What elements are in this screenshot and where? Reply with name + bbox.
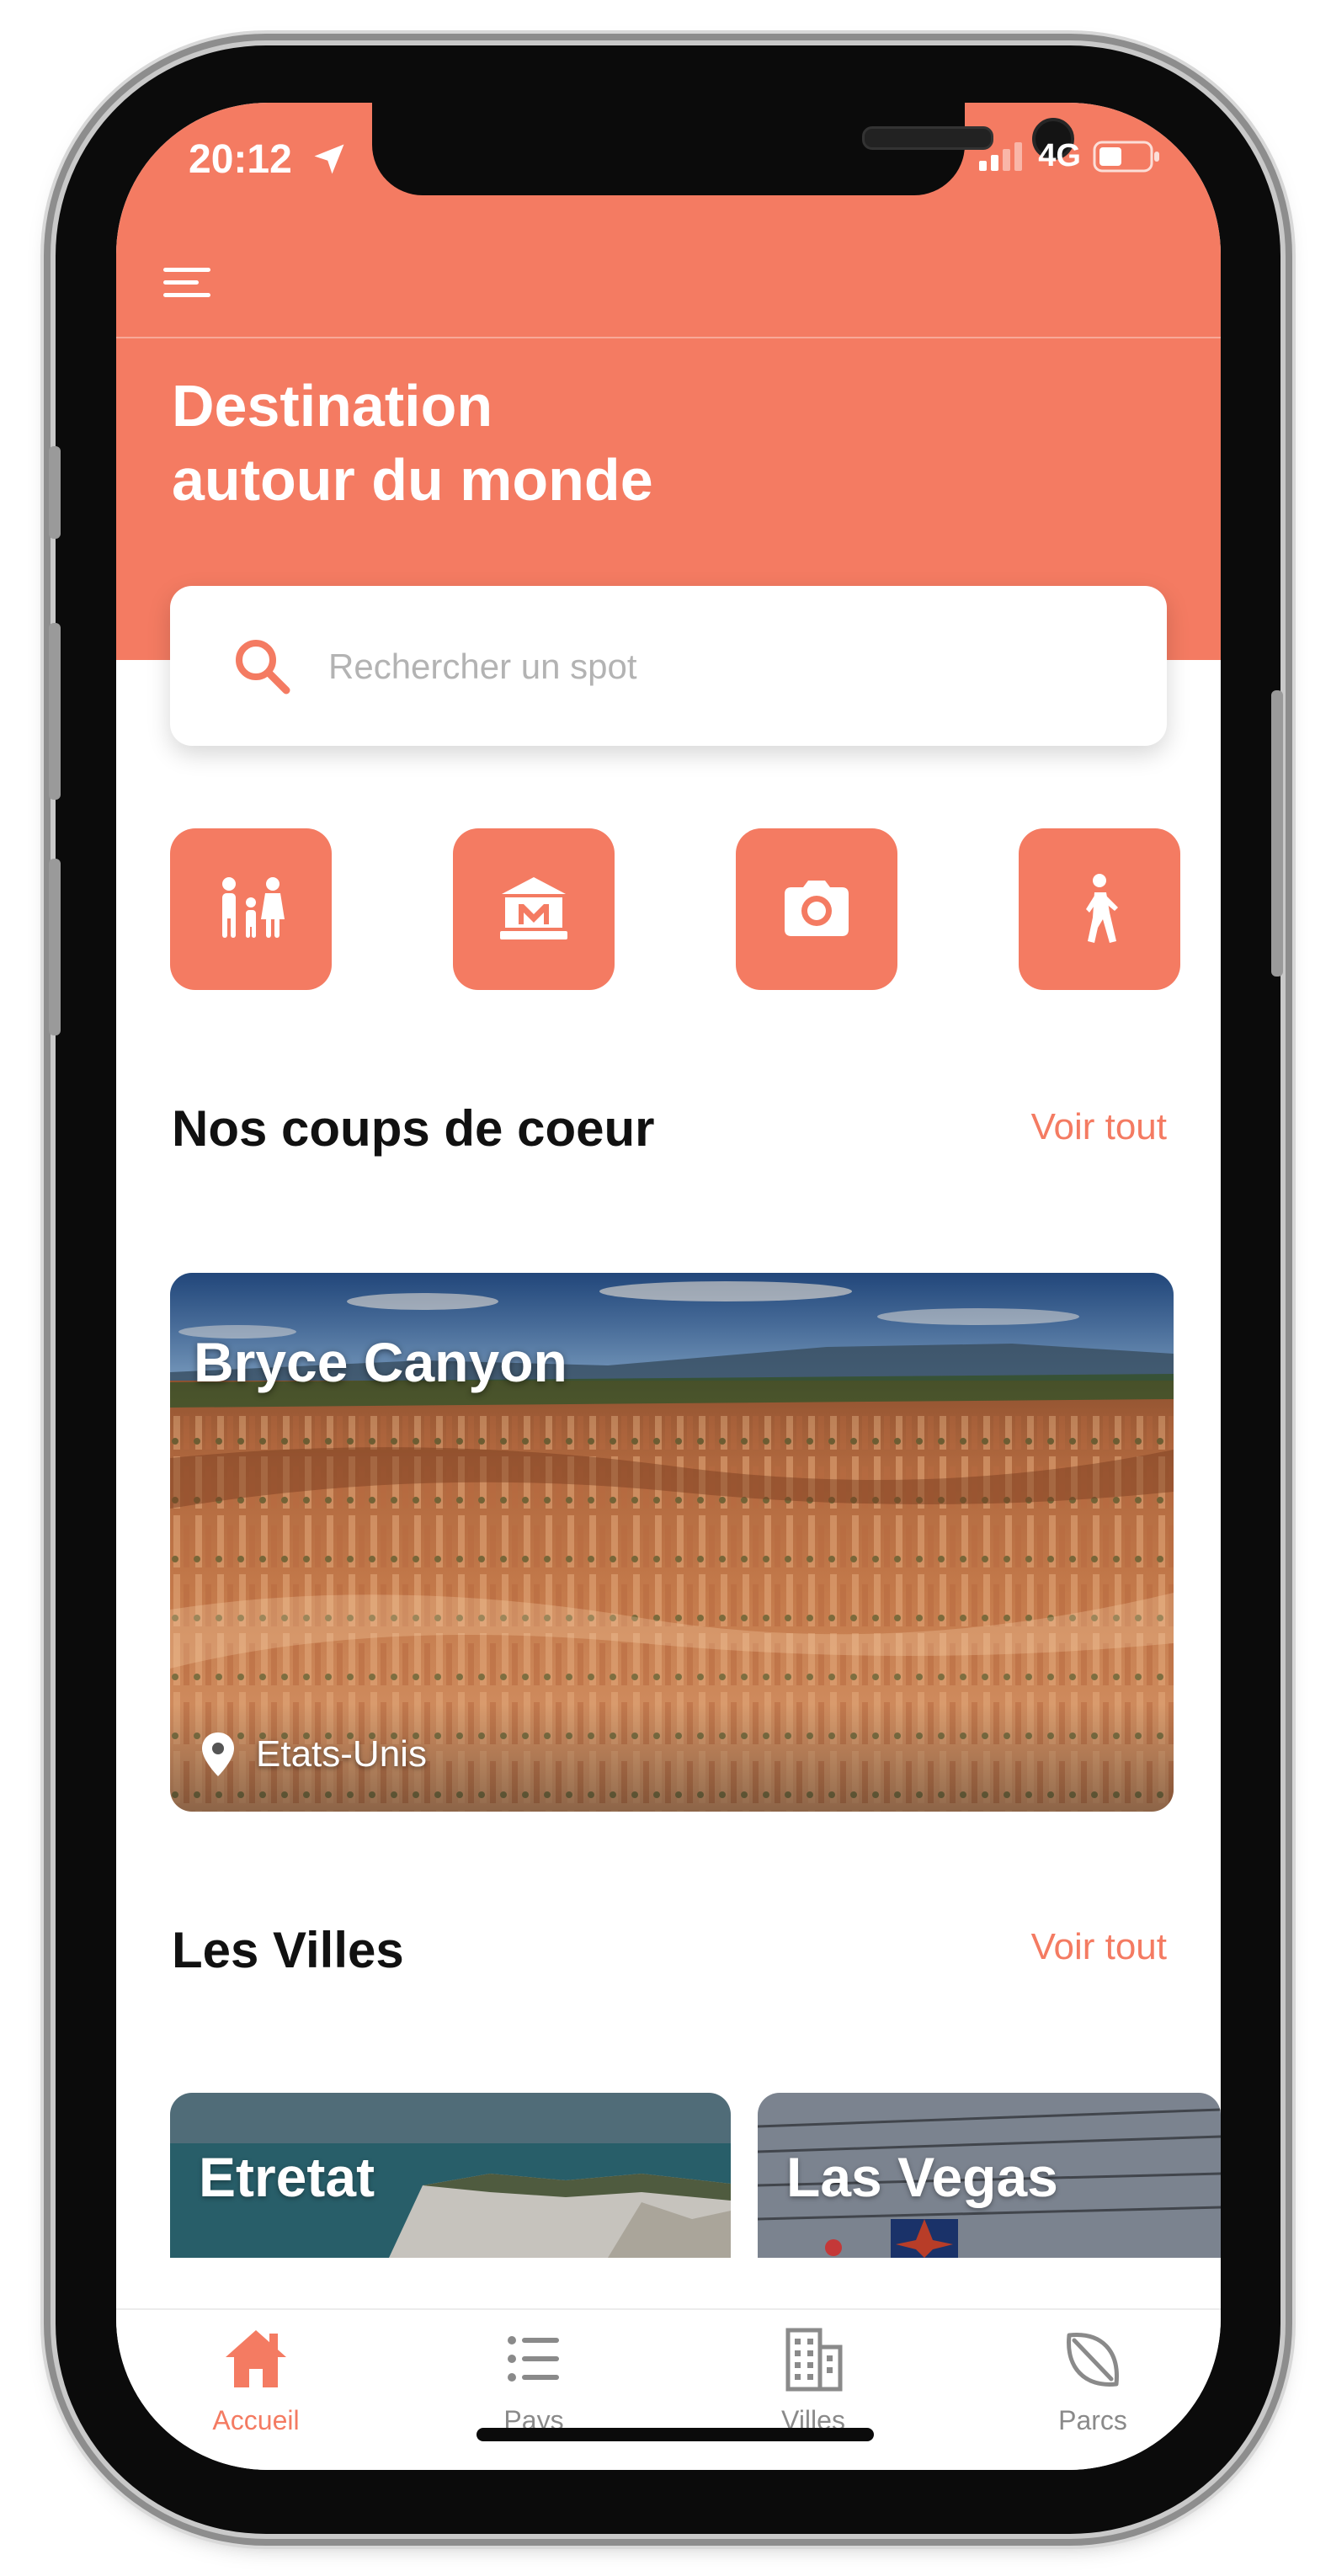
bottom-tab-bar: Accueil Pays Villes Parcs <box>116 2308 1221 2470</box>
location-pin-icon <box>202 1732 234 1776</box>
category-photo-button[interactable] <box>736 828 897 990</box>
battery-icon <box>1093 141 1159 172</box>
page-title-line2: autour du monde <box>172 447 653 513</box>
network-label: 4G <box>1038 138 1081 173</box>
page-title: Destination autour du monde <box>172 369 653 517</box>
cities-section-title: Les Villes <box>172 1922 404 1978</box>
location-arrow-icon <box>314 144 344 174</box>
earpiece-speaker <box>862 126 993 150</box>
favorites-section-title: Nos coups de coeur <box>172 1100 655 1157</box>
city-card-las-vegas-title: Las Vegas <box>786 2146 1058 2208</box>
search-input[interactable] <box>327 586 1088 748</box>
category-hiking-button[interactable] <box>1019 828 1180 990</box>
status-time: 20:12 <box>189 137 292 182</box>
search-icon <box>236 640 290 695</box>
city-card-etretat-title: Etretat <box>199 2146 375 2208</box>
tab-pays[interactable]: Pays <box>433 2325 635 2436</box>
tab-accueil-label: Accueil <box>212 2405 300 2435</box>
volume-down-button <box>49 859 61 1035</box>
favorites-see-all-link[interactable]: Voir tout <box>1031 1106 1167 1148</box>
page-title-line1: Destination <box>172 373 493 439</box>
volume-up-button <box>49 623 61 800</box>
hiking-icon <box>1086 874 1118 943</box>
home-indicator[interactable] <box>476 2428 874 2441</box>
notch <box>372 103 1074 195</box>
featured-card-title: Bryce Canyon <box>194 1331 567 1393</box>
tab-villes[interactable]: Villes <box>712 2325 914 2436</box>
tab-parcs-label: Parcs <box>1058 2405 1127 2435</box>
category-museum-button[interactable] <box>453 828 615 990</box>
search-box[interactable] <box>170 586 1167 748</box>
leaf-icon <box>1067 2333 1119 2387</box>
power-button <box>1271 690 1283 977</box>
camera-icon <box>785 881 849 936</box>
cities-see-all-link[interactable]: Voir tout <box>1031 1926 1167 1968</box>
app-screen: 20:12 4G Destination autour du monde Rec… <box>116 103 1221 2470</box>
signal-icon <box>979 141 1023 171</box>
category-family-button[interactable] <box>170 828 332 990</box>
menu-icon[interactable] <box>160 263 216 303</box>
city-card-etretat[interactable]: Etretat <box>170 2093 731 2258</box>
home-icon <box>226 2330 286 2387</box>
museum-icon <box>500 877 567 939</box>
header-divider <box>116 337 1221 338</box>
tab-parcs[interactable]: Parcs <box>992 2325 1194 2436</box>
mute-switch <box>49 446 61 539</box>
tab-accueil[interactable]: Accueil <box>155 2325 357 2436</box>
city-card-las-vegas[interactable]: Las Vegas <box>758 2093 1221 2258</box>
featured-card[interactable]: Bryce Canyon Etats-Unis <box>170 1273 1174 1812</box>
building-icon <box>785 2328 843 2392</box>
list-icon <box>508 2336 559 2382</box>
featured-card-location: Etats-Unis <box>200 1731 427 1778</box>
status-right: 4G <box>979 138 1162 174</box>
featured-card-location-label: Etats-Unis <box>256 1733 427 1775</box>
family-icon <box>222 877 285 938</box>
